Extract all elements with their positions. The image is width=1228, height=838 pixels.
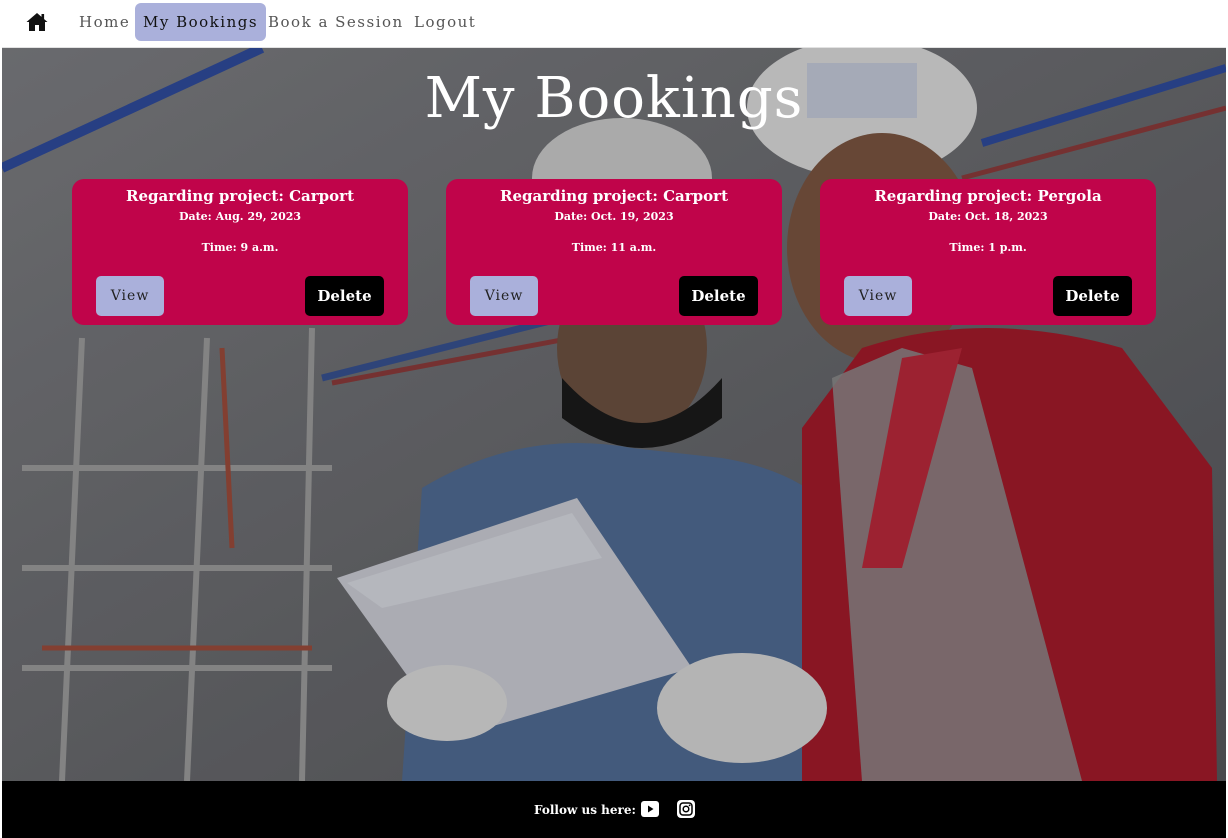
booking-date: Date: Oct. 19, 2023 bbox=[554, 210, 674, 223]
nav-link-home[interactable]: Home bbox=[79, 3, 130, 41]
instagram-icon[interactable] bbox=[676, 799, 696, 819]
booking-card: Regarding project: Carport Date: Oct. 19… bbox=[446, 179, 782, 325]
navbar: Home My Bookings Book a Session Logout bbox=[2, 0, 1226, 48]
view-button[interactable]: View bbox=[96, 276, 164, 316]
nav-link-book-a-session[interactable]: Book a Session bbox=[268, 3, 404, 41]
home-icon[interactable] bbox=[25, 10, 49, 34]
delete-button[interactable]: Delete bbox=[679, 276, 758, 316]
page-title: My Bookings bbox=[424, 66, 804, 131]
booking-date: Date: Aug. 29, 2023 bbox=[178, 210, 302, 223]
booking-date: Date: Oct. 18, 2023 bbox=[928, 210, 1048, 223]
booking-time: Time: 1 p.m. bbox=[949, 241, 1027, 254]
nav-link-logout[interactable]: Logout bbox=[414, 3, 476, 41]
view-button[interactable]: View bbox=[470, 276, 538, 316]
booking-card: Regarding project: Pergola Date: Oct. 18… bbox=[820, 179, 1156, 325]
booking-time: Time: 9 a.m. bbox=[201, 241, 279, 254]
booking-project: Regarding project: Carport bbox=[500, 187, 728, 205]
hero-section: My Bookings Regarding project: Carport D… bbox=[2, 48, 1226, 781]
follow-us-text: Follow us here: bbox=[534, 803, 636, 817]
footer: Follow us here: bbox=[2, 781, 1226, 838]
view-button[interactable]: View bbox=[844, 276, 912, 316]
youtube-icon[interactable] bbox=[640, 799, 660, 819]
nav-link-my-bookings[interactable]: My Bookings bbox=[135, 3, 267, 41]
booking-project: Regarding project: Pergola bbox=[874, 187, 1102, 205]
booking-project: Regarding project: Carport bbox=[126, 187, 354, 205]
booking-card: Regarding project: Carport Date: Aug. 29… bbox=[72, 179, 408, 325]
delete-button[interactable]: Delete bbox=[305, 276, 384, 316]
booking-time: Time: 11 a.m. bbox=[571, 241, 657, 254]
background-photo bbox=[2, 48, 1226, 781]
delete-button[interactable]: Delete bbox=[1053, 276, 1132, 316]
